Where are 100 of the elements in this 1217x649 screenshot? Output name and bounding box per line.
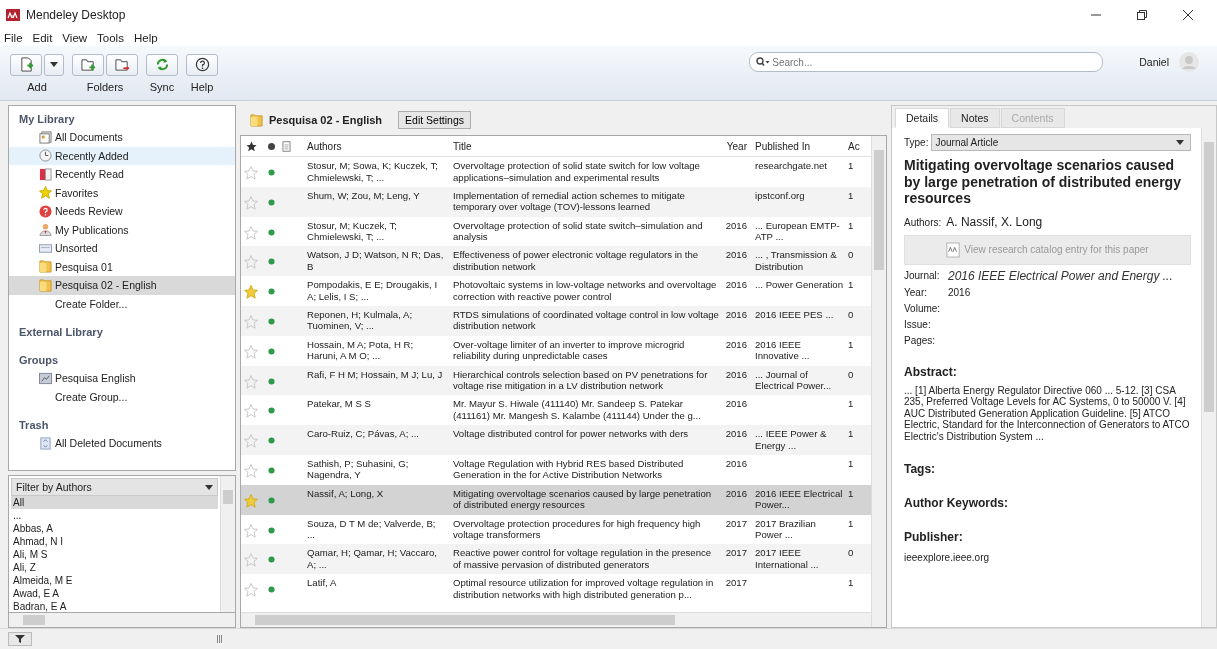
document-icon[interactable]: [281, 140, 292, 152]
table-row[interactable]: Shum, W; Zou, M; Leng, Y Implementation of remedial action schemes to mitigate temporary over voltage (TOV)-lessons learned ipstconf.org 1: [241, 186, 871, 217]
scrollbar[interactable]: [220, 476, 235, 613]
sync-button[interactable]: [146, 53, 178, 76]
star-icon[interactable]: [244, 434, 258, 449]
filter-item[interactable]: Almeida, M E: [11, 574, 218, 588]
filter-item[interactable]: Awad, E A: [11, 587, 218, 601]
sidebar-item[interactable]: Unsorted: [9, 239, 235, 258]
star-icon[interactable]: [244, 583, 258, 598]
filter-item[interactable]: ...: [11, 509, 218, 523]
sidebar-item[interactable]: Pesquisa 01: [9, 257, 235, 276]
document-title[interactable]: Mitigating overvoltage scenarios caused by large penetration of distributed energy resources: [904, 157, 1191, 207]
filter-item[interactable]: Badran, E A: [11, 600, 218, 613]
star-icon[interactable]: [244, 404, 258, 419]
type-dropdown[interactable]: Journal Article: [931, 134, 1191, 151]
menu-item[interactable]: Edit: [32, 32, 53, 44]
table-cell: 2017: [725, 577, 747, 589]
table-row[interactable]: Sathish, P; Suhasini, G; Nagendra, Y Voltage Regulation with Hybrid RES based Distributed Generation in the for Active Distribution Networks 2016 1: [241, 454, 871, 485]
column-header[interactable]: Title: [453, 140, 472, 152]
remove-folder-button[interactable]: [106, 53, 138, 76]
star-icon[interactable]: [244, 195, 258, 210]
close-icon[interactable]: [1182, 9, 1194, 21]
sidebar-item[interactable]: Pesquisa English: [9, 369, 235, 388]
sidebar-item[interactable]: Needs Review: [9, 202, 235, 221]
edit-settings-button[interactable]: Edit Settings: [398, 111, 472, 129]
menu-item[interactable]: File: [4, 32, 23, 44]
help-button[interactable]: [186, 53, 218, 76]
menu-item[interactable]: Help: [133, 32, 158, 44]
horizontal-scrollbar[interactable]: [8, 613, 236, 628]
filter-item[interactable]: Ali, Z: [11, 561, 218, 575]
star-icon: [39, 186, 52, 200]
splitter-handle-icon[interactable]: [217, 635, 223, 643]
star-icon[interactable]: [245, 140, 257, 152]
dot-icon[interactable]: [267, 142, 275, 150]
tab[interactable]: Notes: [950, 108, 1000, 128]
tab[interactable]: Details: [895, 108, 950, 128]
filter-dropdown[interactable]: Filter by Authors: [11, 478, 218, 497]
column-header[interactable]: Authors: [307, 140, 342, 152]
sidebar-item[interactable]: My Publications: [9, 220, 235, 239]
column-header[interactable]: Published In: [755, 140, 811, 152]
table-row[interactable]: Latif, A Optimal resource utilization for improved voltage regulation in distribution networks with high distributed generation p... 2017 1: [241, 574, 871, 604]
menu-item[interactable]: View: [62, 32, 88, 44]
add-document-button[interactable]: [10, 53, 42, 76]
search-field[interactable]: Search...: [749, 52, 1104, 72]
table-cell: 1: [848, 457, 854, 470]
star-icon[interactable]: [244, 285, 258, 300]
filter-item[interactable]: Ali, M S: [11, 548, 218, 562]
section-heading: Author Keywords:: [904, 496, 1009, 510]
menu-item[interactable]: Tools: [97, 32, 124, 44]
restore-icon[interactable]: [1136, 9, 1148, 21]
filter-button[interactable]: [8, 632, 32, 646]
table-row[interactable]: Nassif, A; Long, X Mitigating overvoltage scenarios caused by large penetration of distributed energy resources 2016 2016 IEEE Electrical Power... 1: [241, 484, 871, 515]
star-icon[interactable]: [244, 463, 258, 478]
star-icon[interactable]: [244, 166, 258, 180]
filter-item[interactable]: Ahmad, N I: [11, 535, 218, 549]
table-row[interactable]: Caro-Ruiz, C; Pávas, A; ... Voltage distributed control for power networks with ders 2016 ... IEEE Power & Energy ... 1: [241, 425, 871, 455]
table-row[interactable]: Souza, D T M de; Valverde, B; ... Overvoltage protection procedures for high frequency high voltage transformers 2017 2017 Brazilian Power ... 1: [241, 514, 871, 545]
table-row[interactable]: Stosur, M; Sowa, K; Kuczek, T; Chmielewski, T; ... Overvoltage protection of solid state switch for low voltage applications–simulation and experimental results researchgate.net 1: [241, 157, 871, 187]
search-icon[interactable]: [756, 57, 771, 67]
star-icon[interactable]: [244, 255, 258, 270]
search-input[interactable]: Search...: [772, 56, 1097, 68]
abstract-text[interactable]: ... [1] Alberta Energy Regulator Directive 060 ... 5-12. [3] CSA 235, Preferred Voltage Levels for AC Systems, 0 to 50000 V. [4] AUC Distributed Generation Application Guideline. [5] ATCO Electric, Standard for the Interconnection of Generators to ATCO Electric's Distribution System ...: [904, 384, 1191, 442]
star-icon[interactable]: [244, 374, 258, 389]
table-row[interactable]: Patekar, M S S Mr. Mayur S. Hiwale (411140) Mr. Sandeep S. Patekar (411161) Mr. Mangesh S. Kalambe (411144) Under the g... 2016 1: [241, 395, 871, 426]
authors-value[interactable]: A. Nassif, X. Long: [946, 214, 1043, 229]
sidebar-item[interactable]: Recently Added: [9, 146, 235, 165]
field-value[interactable]: 2016: [948, 286, 971, 298]
scrollbar[interactable]: [871, 136, 886, 627]
star-icon[interactable]: [244, 553, 258, 568]
table-row[interactable]: Hossain, M A; Pota, H R; Haruni, A M O; ... Over-voltage limiter of an inverter to improve microgrid reliability during unpredictable cases 2016 2016 IEEE Innovative ... 1: [241, 335, 871, 366]
table-row[interactable]: Reponen, H; Kulmala, A; Tuominen, V; ... RTDS simulations of coordinated voltage control in low voltage distribution network 2016 2016 IEEE PES ... 0: [241, 306, 871, 336]
sidebar-item[interactable]: Pesquisa 02 - English: [9, 276, 235, 295]
column-header[interactable]: Ac: [848, 140, 860, 152]
scrollbar[interactable]: [1201, 128, 1216, 627]
star-icon[interactable]: [244, 225, 258, 240]
star-icon[interactable]: [244, 315, 258, 329]
star-icon[interactable]: [244, 344, 258, 359]
table-row[interactable]: Stosur, M; Kuczek, T; Chmielewski, T; ... Overvoltage protection of solid state switch–simulation and analysis 2016 ... European EMTP-ATP ... 1: [241, 216, 871, 247]
publisher-value[interactable]: ieeexplore.ieee.org: [904, 552, 1191, 563]
dropdown-button[interactable]: [44, 53, 64, 76]
sidebar-item[interactable]: All Deleted Documents: [9, 434, 235, 453]
table-row[interactable]: Pompodakis, E E; Drougakis, I A; Lelis, I S; ... Photovoltaic systems in low-voltage networks and overvoltage correction with reactive power control 2016 ... Power Generation 1: [241, 276, 871, 306]
star-icon[interactable]: [244, 523, 258, 538]
sidebar-item[interactable]: Create Folder...: [9, 294, 235, 313]
field-value[interactable]: 2016 IEEE Electrical Power and Energy ...: [948, 268, 1173, 283]
column-header[interactable]: Year: [726, 140, 747, 152]
filter-item[interactable]: All: [11, 496, 218, 510]
sidebar-item[interactable]: All Documents: [9, 128, 235, 147]
table-cell-text: Stosur, M; Kuczek, T; Chmielewski, T; ...: [307, 219, 398, 243]
table-row[interactable]: Rafi, F H M; Hossain, M J; Lu, J Hierarchical controls selection based on PV penetrations for voltage rise mitigation in a LV distribution network 2016 ... Journal of Electrical Power... 0: [241, 365, 871, 396]
filter-item[interactable]: Abbas, A: [11, 522, 218, 536]
table-row[interactable]: Qamar, H; Qamar, H; Vaccaro, A; ... Reactive power control for voltage regulation in the presence of massive pervasion of distributed generators 2017 2017 IEEE International ... 0: [241, 544, 871, 575]
star-icon[interactable]: [244, 493, 258, 508]
sidebar-item[interactable]: Favorites: [9, 183, 235, 202]
user-name[interactable]: Daniel: [1139, 56, 1169, 68]
sidebar-item[interactable]: Recently Read: [9, 165, 235, 184]
add-folder-button[interactable]: [72, 53, 104, 76]
table-row[interactable]: Watson, J D; Watson, N R; Das, B Effectiveness of power electronic voltage regulators in the distribution network 2016 ... , Transmission & Distribution 0: [241, 246, 871, 277]
avatar-icon[interactable]: [1179, 52, 1199, 72]
sidebar-item[interactable]: Create Group...: [9, 387, 235, 406]
